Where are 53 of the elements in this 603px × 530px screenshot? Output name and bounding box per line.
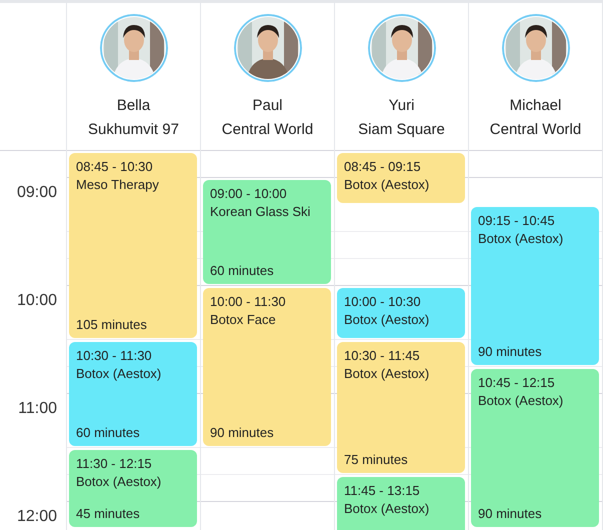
appointment-card[interactable]: 10:00 - 10:30 Botox (Aestox) <box>337 288 465 338</box>
staff-name: Paul <box>252 96 283 116</box>
appointment-card[interactable]: 09:00 - 10:00 Korean Glass Ski 60 minutes <box>203 180 331 284</box>
appointment-time: 10:00 - 10:30 <box>344 293 422 311</box>
branch-name: Sukhumvit 97 <box>88 120 179 140</box>
appointment-time: 08:45 - 09:15 <box>344 158 422 176</box>
appointment-time: 09:00 - 10:00 <box>210 185 288 203</box>
appointment-card[interactable]: 10:00 - 11:30 Botox Face 90 minutes <box>203 288 331 446</box>
service-name: Botox (Aestox) <box>478 230 564 248</box>
branch-name: Siam Square <box>358 120 445 140</box>
time-label: 09:00 <box>16 183 57 203</box>
appointment-time: 10:30 - 11:45 <box>344 347 421 365</box>
service-name: Botox (Aestox) <box>344 365 430 383</box>
time-label: 12:00 <box>16 507 57 527</box>
appointment-time: 08:45 - 10:30 <box>76 158 154 176</box>
appointment-card[interactable]: 08:45 - 10:30 Meso Therapy 105 minutes <box>69 153 197 338</box>
duration-label: 60 minutes <box>210 262 275 280</box>
appointment-card[interactable]: 10:30 - 11:30 Botox (Aestox) 60 minutes <box>69 342 197 446</box>
duration-label: 60 minutes <box>76 424 141 442</box>
service-name: Botox (Aestox) <box>344 311 430 329</box>
appointment-time: 11:45 - 13:15 <box>344 482 421 500</box>
duration-label: 45 minutes <box>76 505 141 523</box>
staff-name: Bella <box>116 96 150 116</box>
duration-label: 90 minutes <box>478 343 543 361</box>
appointment-time: 10:00 - 11:30 <box>210 293 287 311</box>
time-label: 11:00 <box>18 399 57 419</box>
branch-name: Central World <box>222 120 314 140</box>
service-name: Botox (Aestox) <box>76 473 162 491</box>
appointment-card[interactable]: 11:30 - 12:15 Botox (Aestox) 45 minutes <box>69 450 197 527</box>
appointment-card[interactable]: 11:45 - 13:15 Botox (Aestox) <box>337 477 465 530</box>
appointment-card[interactable]: 10:45 - 12:15 Botox (Aestox) 90 minutes <box>471 369 599 527</box>
appointment-time: 10:45 - 12:15 <box>478 374 556 392</box>
service-name: Botox (Aestox) <box>344 176 430 194</box>
branch-name: Central World <box>490 120 582 140</box>
service-name: Botox (Aestox) <box>76 365 162 383</box>
duration-label: 90 minutes <box>210 424 275 442</box>
service-name: Korean Glass Ski <box>210 203 312 221</box>
service-name: Meso Therapy <box>76 176 160 194</box>
appointment-time: 09:15 - 10:45 <box>478 212 556 230</box>
appointment-card[interactable]: 09:15 - 10:45 Botox (Aestox) 90 minutes <box>471 207 599 365</box>
time-label: 10:00 <box>16 291 57 311</box>
service-name: Botox Face <box>210 311 277 329</box>
staff-name: Michael <box>510 96 562 116</box>
appointment-time: 10:30 - 11:30 <box>76 347 153 365</box>
staff-name: Yuri <box>388 96 414 116</box>
appointment-card[interactable]: 10:30 - 11:45 Botox (Aestox) 75 minutes <box>337 342 465 473</box>
appointment-time: 11:30 - 12:15 <box>76 455 153 473</box>
service-name: Botox (Aestox) <box>478 392 564 410</box>
service-name: Botox (Aestox) <box>344 500 430 518</box>
duration-label: 75 minutes <box>344 451 409 469</box>
duration-label: 105 minutes <box>76 316 148 334</box>
duration-label: 90 minutes <box>478 505 543 523</box>
appointment-card[interactable]: 08:45 - 09:15 Botox (Aestox) <box>337 153 465 203</box>
